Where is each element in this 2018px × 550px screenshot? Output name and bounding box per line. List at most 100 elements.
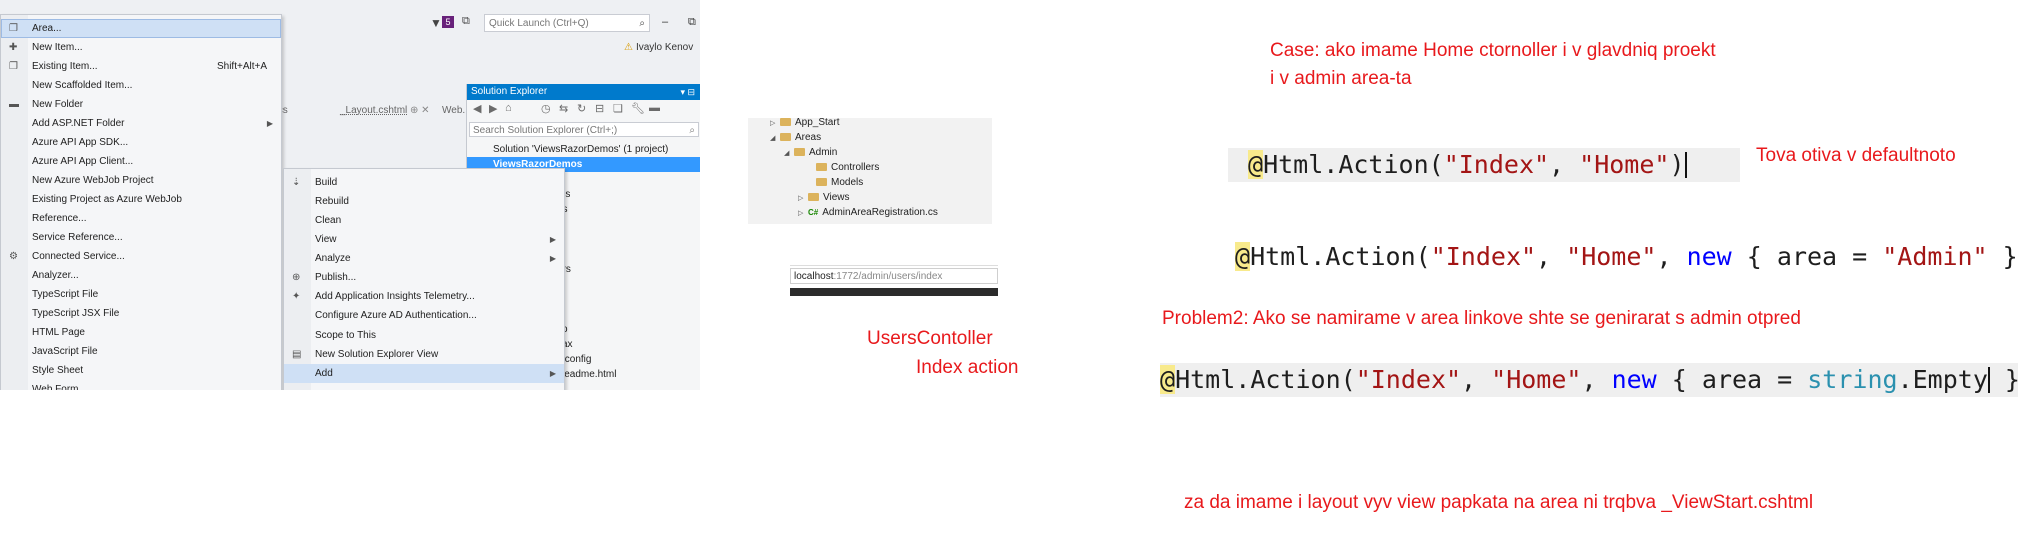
pane-controls-icon[interactable]: ▾ ⊟ xyxy=(680,84,695,100)
add-menu-item[interactable]: ▬ New Folder xyxy=(1,95,281,114)
add-menu-item[interactable]: Service Reference... xyxy=(1,228,281,247)
collapse-icon[interactable]: ⊟ xyxy=(595,102,604,115)
folder-icon xyxy=(816,178,827,186)
add-menu-item[interactable]: ❐ Existing Item... Shift+Alt+A xyxy=(1,57,281,76)
preview-icon[interactable]: ▬ xyxy=(649,102,660,114)
add-menu-item[interactable]: HTML Page xyxy=(1,323,281,342)
browser-viewport-strip xyxy=(790,288,998,296)
add-submenu: ❐ Area... ✚ New Item... ❐ Existing Item... Shi… xyxy=(0,14,282,390)
solution-explorer-row[interactable]: Solution 'ViewsRazorDemos' (1 project) xyxy=(467,142,700,157)
add-menu-item[interactable]: Add ASP.NET Folder ▶ xyxy=(1,114,281,133)
add-menu-item[interactable]: ⚙ Connected Service... xyxy=(1,247,281,266)
project-menu-item[interactable]: ⇣ Build xyxy=(284,173,564,192)
submenu-arrow-icon: ▶ xyxy=(549,254,556,263)
project-menu-item[interactable]: Configure Azure AD Authentication... xyxy=(284,306,564,325)
project-menu-item[interactable]: Rebuild xyxy=(284,192,564,211)
menu-item-icon: ⇣ xyxy=(292,177,301,188)
add-menu-item[interactable]: Web Form xyxy=(1,380,281,390)
menu-item-icon: ❐ xyxy=(9,23,18,34)
tab-web[interactable]: Web. xyxy=(442,103,465,119)
tova-note: Tova otiva v defaultnoto xyxy=(1756,145,1956,166)
add-menu-item[interactable]: New Azure WebJob Project xyxy=(1,171,281,190)
tree-item-views[interactable]: ▷ Views xyxy=(798,190,850,205)
search-icon: ⌕ xyxy=(689,125,695,136)
collapse-icon: ◢ xyxy=(784,150,790,157)
solution-explorer-search[interactable]: Search Solution Explorer (Ctrl+;) ⌕ xyxy=(469,122,699,137)
index-action-note: Index action xyxy=(916,357,1019,378)
history-icon[interactable]: ◷ xyxy=(541,102,551,115)
project-menu-item[interactable]: ⊕ Publish... xyxy=(284,268,564,287)
show-all-icon[interactable]: ❏ xyxy=(613,102,623,115)
csharp-file-icon: C# xyxy=(808,208,819,217)
tab-layout[interactable]: _Layout.cshtml xyxy=(340,103,407,119)
menu-item-icon: ▬ xyxy=(9,99,19,110)
browser-address-bar: localhost:1772/admin/users/index xyxy=(790,265,998,298)
add-menu-item[interactable]: Azure API App SDK... xyxy=(1,133,281,152)
menu-item-icon: ❐ xyxy=(9,61,18,72)
menu-item-icon: ▤ xyxy=(292,349,302,360)
tree-item-area-registration[interactable]: ▷ C# AdminAreaRegistration.cs xyxy=(798,205,938,220)
menu-item-icon: ✚ xyxy=(9,42,18,53)
back-icon[interactable]: ◀ xyxy=(473,102,481,115)
properties-icon[interactable]: 🔧︎ xyxy=(631,102,645,115)
code-line-1: @Html.Action("Index", "Home") xyxy=(1228,148,1740,182)
code-line-2: @Html.Action("Index", "Home", new { area… xyxy=(1235,242,2018,271)
submenu-arrow-icon: ▶ xyxy=(549,369,556,378)
tree-item-controllers[interactable]: Controllers xyxy=(806,160,879,175)
restore-icon[interactable]: ⧉ xyxy=(688,16,696,29)
home-icon[interactable]: ⌂ xyxy=(505,102,512,114)
quick-launch-input[interactable]: Quick Launch (Ctrl+Q) ⌕ xyxy=(484,14,650,32)
project-menu-item[interactable]: View ▶ xyxy=(284,230,564,249)
project-menu-item[interactable]: ▤ New Solution Explorer View xyxy=(284,345,564,364)
solution-explorer-title: Solution Explorer ▾ ⊟ xyxy=(467,84,700,100)
minimize-icon[interactable]: – xyxy=(662,16,668,28)
user-name: Ivaylo Kenov xyxy=(635,42,694,53)
add-menu-item[interactable]: Analyzer... xyxy=(1,266,281,285)
add-menu-item[interactable]: Reference... xyxy=(1,209,281,228)
folder-icon xyxy=(808,193,819,201)
submenu-arrow-icon: ▶ xyxy=(549,235,556,244)
folder-icon xyxy=(816,163,827,171)
add-menu-item[interactable]: ❐ Area... xyxy=(1,19,281,38)
project-menu-item[interactable]: Scope to This xyxy=(284,326,564,345)
add-menu-item[interactable]: ✚ New Item... xyxy=(1,38,281,57)
project-menu-item[interactable]: Add ▶ xyxy=(284,364,564,383)
text-caret xyxy=(1684,152,1687,178)
add-menu-item[interactable]: TypeScript File xyxy=(1,285,281,304)
add-menu-item[interactable]: JavaScript File xyxy=(1,342,281,361)
tree-item-admin[interactable]: ◢ Admin xyxy=(784,145,837,160)
feedback-icon[interactable]: ⧉ xyxy=(462,15,470,28)
case-note-line1: Case: ako imame Home ctornoller i v glav… xyxy=(1270,40,1716,61)
search-icon: ⌕ xyxy=(639,18,645,29)
expand-icon: ▷ xyxy=(798,210,804,217)
refresh-icon[interactable]: ↻ xyxy=(577,102,586,115)
filter-icon[interactable]: ▼ xyxy=(430,16,442,30)
menu-item-icon: ⊕ xyxy=(292,272,301,283)
forward-icon[interactable]: ▶ xyxy=(489,102,497,115)
tree-item-areas[interactable]: ◢ Areas xyxy=(770,130,821,145)
folder-icon xyxy=(780,118,791,126)
folder-icon xyxy=(780,133,791,141)
project-menu-item[interactable]: Analyze ▶ xyxy=(284,249,564,268)
expand-icon: ▷ xyxy=(798,195,804,202)
warning-icon: ⚠ xyxy=(624,42,633,53)
project-menu-item[interactable]: ✦ Add Application Insights Telemetry... xyxy=(284,287,564,306)
quick-launch-placeholder: Quick Launch (Ctrl+Q) xyxy=(489,18,589,29)
user-account[interactable]: ⚠ Ivaylo Kenov xyxy=(624,42,693,53)
url-field[interactable]: localhost:1772/admin/users/index xyxy=(790,268,998,284)
add-menu-item[interactable]: New Scaffolded Item... xyxy=(1,76,281,95)
users-controller-note: UsersContoller xyxy=(867,328,993,349)
sync-icon[interactable]: ⇆ xyxy=(559,102,568,115)
add-menu-item[interactable]: Azure API App Client... xyxy=(1,152,281,171)
problem2-note: Problem2: Ako se namirame v area linkove… xyxy=(1162,308,1801,329)
tree-item-models[interactable]: Models xyxy=(806,175,863,190)
tree-item-app-start[interactable]: ▷ App_Start xyxy=(770,118,839,130)
add-menu-item[interactable]: Style Sheet xyxy=(1,361,281,380)
visual-studio-screenshot: ▼ 5 ⧉ Quick Launch (Ctrl+Q) ⌕ – ⧉ ⚠ Ivayl… xyxy=(0,0,700,390)
notification-badge[interactable]: 5 xyxy=(442,16,454,28)
solution-explorer-toolbar: ◀ ▶ ⌂ ◷ ⇆ ↻ ⊟ ❏ 🔧︎ ▬ xyxy=(467,101,700,119)
pin-icon[interactable]: ⊕ ✕ xyxy=(410,103,430,119)
add-menu-item[interactable]: Existing Project as Azure WebJob xyxy=(1,190,281,209)
add-menu-item[interactable]: TypeScript JSX File xyxy=(1,304,281,323)
project-menu-item[interactable]: Clean xyxy=(284,211,564,230)
